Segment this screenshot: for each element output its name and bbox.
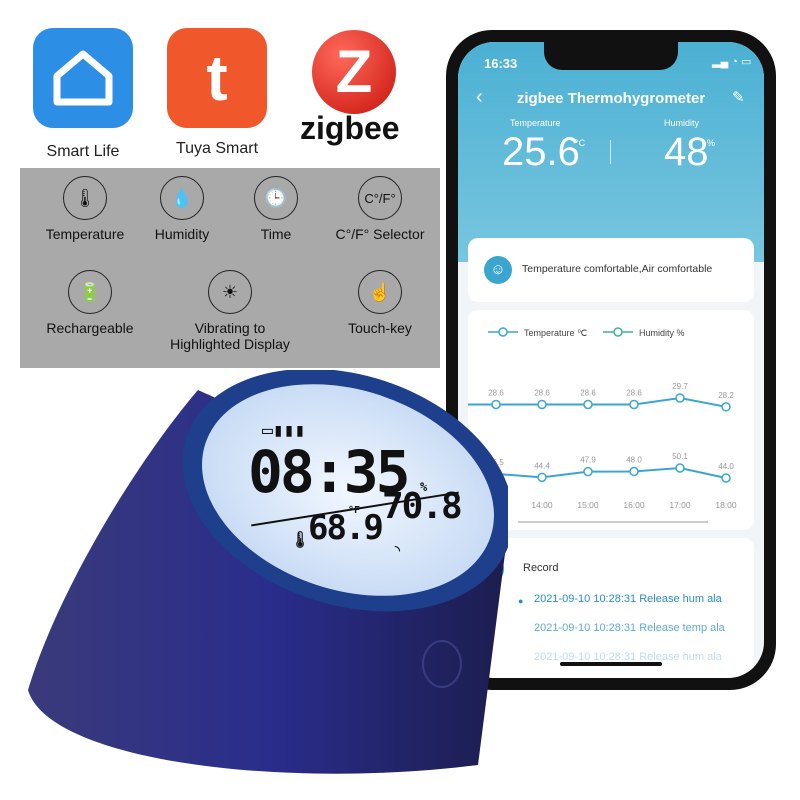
- data-label: 29.7: [672, 382, 688, 391]
- thermometer-icon: 🌡: [290, 530, 311, 549]
- data-point: [583, 466, 593, 477]
- vibrate-display-icon: ☀: [208, 270, 252, 314]
- data-label: 28.6: [580, 388, 596, 397]
- data-point: [537, 399, 547, 410]
- chart-card: Temperature ℃ Humidity % 28.6 28.6 28.6 28.6 2…: [468, 310, 754, 530]
- data-point: [537, 472, 547, 483]
- temperature-label: Temperature: [510, 118, 561, 128]
- fingerprint-touch-key[interactable]: [422, 640, 462, 688]
- data-point: [675, 463, 685, 473]
- data-label: 44.4: [534, 461, 550, 470]
- thermometer-icon: 🌡: [63, 176, 107, 220]
- data-label: 48.0: [626, 455, 642, 464]
- data-point: [629, 466, 639, 477]
- features-panel: 🌡 Temperature 💧 Humidity 🕒 Time C°/F° C°/F° …: [20, 168, 440, 368]
- touch-icon: ☝: [358, 270, 402, 314]
- divider: [610, 140, 611, 164]
- legend-label: Temperature ℃: [524, 328, 587, 338]
- battery-icon: 🔋: [68, 270, 112, 314]
- data-label: 44.0: [718, 462, 734, 471]
- data-label: 47.9: [580, 456, 596, 465]
- data-point: [629, 399, 639, 410]
- feature-label: Time: [260, 226, 292, 242]
- humidity-label: Humidity: [664, 118, 700, 128]
- device-temp-unit: °F: [348, 505, 361, 516]
- zigbee-logo: Z: [312, 30, 396, 114]
- smiley-icon: ☺: [484, 256, 512, 284]
- feature-label: Vibrating to Highlighted Display: [170, 320, 290, 352]
- zigbee-label: zigbee: [300, 110, 400, 146]
- humidity-value: 48: [664, 130, 709, 174]
- humidity-unit: %: [707, 138, 716, 148]
- chart: Temperature ℃ Humidity %28.6 28.6 28.6 28.62…: [468, 327, 737, 523]
- x-tick-label: 16:00: [623, 500, 645, 510]
- feature-label: Touch-key: [348, 320, 412, 336]
- data-label: 28.6: [534, 388, 550, 397]
- notch: [544, 42, 678, 70]
- legend-marker: [498, 327, 508, 337]
- legend-marker: [613, 327, 623, 337]
- data-point: [583, 399, 593, 410]
- x-tick-label: 17:00: [669, 500, 691, 510]
- record-title: Record: [523, 562, 559, 574]
- tuya-logo: t: [167, 28, 267, 128]
- data-label: 50.1: [672, 452, 688, 461]
- x-tick-label: 15:00: [577, 500, 599, 510]
- device-hum-unit: %: [420, 480, 428, 494]
- wifi-icon: ◝: [392, 540, 403, 561]
- record-item[interactable]: 2021-09-10 10:28:31 Release hum ala: [534, 593, 722, 605]
- device-temperature: 68.9: [308, 508, 384, 548]
- smart-life-label: Smart Life: [46, 143, 120, 160]
- edit-icon[interactable]: ✎: [732, 88, 745, 106]
- temperature-value: 25.6: [502, 130, 580, 174]
- feature-label: C°/F° Selector: [335, 226, 425, 242]
- home-indicator[interactable]: [560, 662, 662, 666]
- comfort-text: Temperature comfortable,Air comfortable: [522, 263, 713, 275]
- data-point: [675, 393, 685, 403]
- temperature-unit: °C: [575, 138, 586, 148]
- data-point: [721, 402, 731, 412]
- record-card: Record ● 2021-09-10 10:28:31 Release hum…: [468, 538, 754, 678]
- status-icons: ▂▄ ◔ ▭: [712, 56, 752, 68]
- record-item[interactable]: 2021-09-10 10:28:31 Release temp ala: [534, 622, 725, 634]
- comfort-card: ☺ Temperature comfortable,Air comfortabl…: [468, 238, 754, 302]
- data-point: [721, 473, 731, 483]
- tuya-label: Tuya Smart: [175, 140, 259, 157]
- smart-life-logo: [33, 28, 133, 128]
- droplet-icon: 💧: [160, 176, 204, 220]
- clock-icon: 🕒: [254, 176, 298, 220]
- x-tick-label: 14:00: [531, 500, 553, 510]
- legend-label: Humidity %: [639, 328, 685, 338]
- status-time: 16:33: [484, 56, 518, 71]
- celsius-fahrenheit-icon: C°/F°: [358, 176, 402, 220]
- data-label: 28.2: [718, 391, 734, 400]
- x-tick-label: 18:00: [715, 500, 737, 510]
- data-label: 28.6: [626, 388, 642, 397]
- page-title: zigbee Thermohygrometer: [516, 90, 706, 107]
- feature-label: Rechargeable: [46, 320, 134, 336]
